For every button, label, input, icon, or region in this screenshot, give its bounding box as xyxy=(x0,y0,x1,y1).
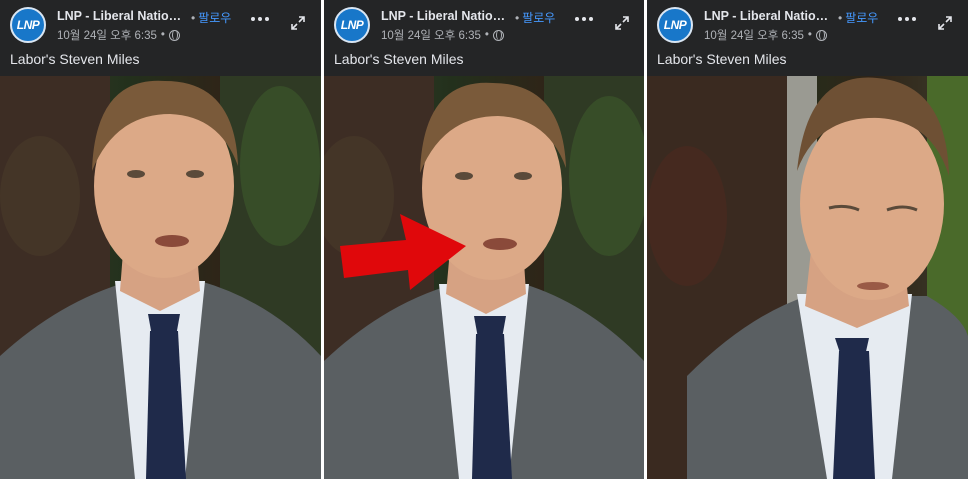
post-caption: Labor's Steven Miles xyxy=(334,51,464,67)
man-speaking-image xyxy=(0,76,321,479)
post-timestamp[interactable]: 10월 24일 오후 6:35 xyxy=(381,27,481,43)
post-caption: Labor's Steven Miles xyxy=(657,51,787,67)
video-frame[interactable] xyxy=(324,76,644,479)
follow-label: 팔로우 xyxy=(198,11,232,25)
red-arrow-annotation xyxy=(340,214,466,290)
post-panel-1: LNP LNP - Liberal National... •팔로우 10월 2… xyxy=(0,0,321,479)
post-meta: 10월 24일 오후 6:35 • xyxy=(57,27,180,43)
globe-icon xyxy=(815,29,827,41)
more-options-icon[interactable] xyxy=(898,17,916,21)
video-frame[interactable] xyxy=(647,76,968,479)
follow-button[interactable]: • 팔로우 xyxy=(191,9,231,26)
post-header: LNP LNP - Liberal National... •팔로우 10월 2… xyxy=(0,0,321,44)
page-avatar[interactable]: LNP xyxy=(10,7,46,43)
expand-icon[interactable] xyxy=(614,15,630,31)
post-panel-2: LNP LNP - Liberal National... •팔로우 10월 2… xyxy=(324,0,644,479)
separator-dot: • xyxy=(838,11,843,25)
globe-icon xyxy=(492,29,504,41)
expand-icon[interactable] xyxy=(290,15,306,31)
follow-label: 팔로우 xyxy=(845,11,879,25)
separator-dot: • xyxy=(515,11,520,25)
follow-button[interactable]: • 팔로우 xyxy=(515,9,555,26)
separator-dot: • xyxy=(191,11,196,25)
separator-dot: • xyxy=(484,29,489,41)
page-avatar[interactable]: LNP xyxy=(334,7,370,43)
separator-dot: • xyxy=(160,29,165,41)
video-frame[interactable] xyxy=(0,76,321,479)
separator-dot: • xyxy=(807,29,812,41)
post-timestamp[interactable]: 10월 24일 오후 6:35 xyxy=(57,27,157,43)
page-name-link[interactable]: LNP - Liberal National... xyxy=(57,9,183,23)
follow-button[interactable]: • 팔로우 xyxy=(838,9,878,26)
man-looking-down-image xyxy=(647,76,968,479)
expand-icon[interactable] xyxy=(937,15,953,31)
follow-label: 팔로우 xyxy=(522,11,556,25)
post-meta: 10월 24일 오후 6:35 • xyxy=(381,27,504,43)
more-options-icon[interactable] xyxy=(575,17,593,21)
post-caption: Labor's Steven Miles xyxy=(10,51,140,67)
avatar-logo-text: LNP xyxy=(663,18,687,32)
avatar-logo-text: LNP xyxy=(16,18,40,32)
page-name-link[interactable]: LNP - Liberal National... xyxy=(381,9,507,23)
avatar-logo-text: LNP xyxy=(340,18,364,32)
page-avatar[interactable]: LNP xyxy=(657,7,693,43)
post-timestamp[interactable]: 10월 24일 오후 6:35 xyxy=(704,27,804,43)
post-meta: 10월 24일 오후 6:35 • xyxy=(704,27,827,43)
post-header: LNP LNP - Liberal National... •팔로우 10월 2… xyxy=(647,0,968,44)
globe-icon xyxy=(168,29,180,41)
more-options-icon[interactable] xyxy=(251,17,269,21)
page-name-link[interactable]: LNP - Liberal National... xyxy=(704,9,830,23)
post-header: LNP LNP - Liberal National... •팔로우 10월 2… xyxy=(324,0,644,44)
post-panel-3: LNP LNP - Liberal National... •팔로우 10월 2… xyxy=(647,0,968,479)
